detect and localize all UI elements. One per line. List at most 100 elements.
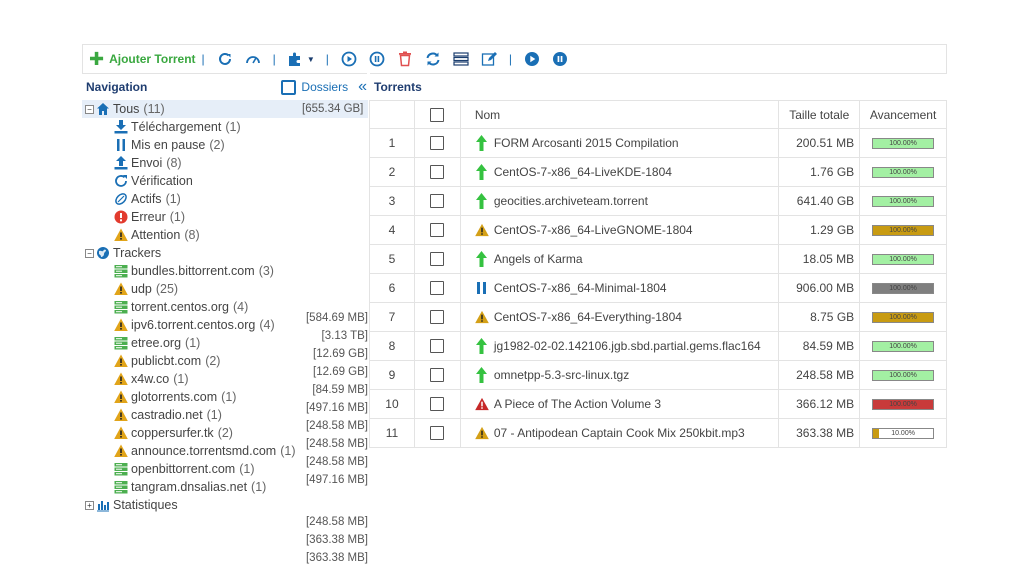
row-select[interactable] (415, 303, 461, 331)
tracker-size: [12.69 GB] (313, 366, 368, 378)
table-row[interactable]: 3 geocities.archiveteam.torrent 641.40 GB 1… (370, 187, 947, 216)
row-checkbox[interactable] (430, 252, 445, 266)
row-checkbox[interactable] (430, 426, 445, 440)
row-checkbox[interactable] (430, 281, 445, 295)
status-item[interactable]: Envoi (8) (82, 154, 368, 172)
tree-expander[interactable]: − (85, 248, 94, 258)
progress-bar: 100.00% (872, 282, 935, 294)
torrent-name: A Piece of The Action Volume 3 (493, 397, 662, 411)
progress-bar: 100.00% (872, 311, 935, 323)
status-item[interactable]: Actifs (1) (82, 190, 368, 208)
refresh-icon (114, 174, 128, 188)
tree-all-size: [655.34 GB] (302, 103, 364, 115)
torrent-size: 200.51 MB (779, 129, 861, 157)
pause-all-button[interactable] (549, 48, 571, 70)
row-select[interactable] (415, 390, 461, 418)
status-label: Mis en pause (131, 138, 206, 152)
tracker-size: [248.58 MB] (305, 420, 368, 432)
row-checkbox[interactable] (430, 165, 445, 179)
row-select[interactable] (415, 361, 461, 389)
warning-icon (114, 354, 128, 368)
status-item[interactable]: Téléchargement (1) (82, 118, 368, 136)
start-all-button[interactable] (521, 48, 543, 70)
folders-toggle[interactable]: Dossiers (281, 79, 348, 95)
plugins-dropdown[interactable]: ▼ (285, 48, 317, 70)
table-row[interactable]: 7 CentOS-7-x86_64-Everything-1804 8.75 GB 1… (370, 303, 947, 332)
status-label: Envoi (131, 156, 163, 170)
edit-button[interactable] (478, 48, 500, 70)
tracker-size: [584.69 MB] (305, 312, 368, 324)
speed-button[interactable] (242, 48, 264, 70)
table-row[interactable]: 9 omnetpp-5.3-src-linux.tgz 248.58 MB 100.0… (370, 361, 947, 390)
tree-expander[interactable]: − (85, 104, 94, 114)
status-count: (2) (209, 138, 225, 152)
row-name-cell: geocities.archiveteam.torrent (461, 187, 780, 215)
torrent-size: 1.29 GB (779, 216, 861, 244)
header-size[interactable]: Taille totale (779, 101, 861, 128)
table-row[interactable]: 5 Angels of Karma 18.05 MB 100.00% (370, 245, 947, 274)
tracker_items-count: (1) (280, 444, 296, 458)
error-icon (114, 210, 128, 224)
status-item[interactable]: Erreur (1) (82, 208, 368, 226)
select-all-checkbox[interactable] (430, 107, 445, 122)
row-select[interactable] (415, 274, 461, 302)
pause-button[interactable] (366, 48, 388, 70)
refresh-button[interactable] (214, 48, 236, 70)
row-select[interactable] (415, 245, 461, 273)
folders-checkbox[interactable] (281, 79, 297, 95)
row-select[interactable] (415, 129, 461, 157)
row-checkbox[interactable] (430, 310, 445, 324)
warning-icon (114, 318, 128, 332)
row-checkbox[interactable] (430, 223, 445, 237)
tree-trackers[interactable]: − Trackers (82, 244, 368, 262)
warning-icon (114, 228, 128, 242)
status-count: (1) (165, 192, 181, 206)
row-checkbox[interactable] (430, 194, 445, 208)
columns-button[interactable] (450, 48, 472, 70)
torrents-title: Torrents (374, 80, 422, 94)
tracker_items-item[interactable]: udp (25) (82, 280, 368, 298)
collapse-sidebar-button[interactable]: « (358, 78, 367, 96)
torrent-name: 07 - Antipodean Captain Cook Mix 250kbit… (493, 426, 745, 440)
status-item[interactable]: Attention (8) (82, 226, 368, 244)
status-item[interactable]: Mis en pause (2) (82, 136, 368, 154)
tree-expander[interactable]: + (85, 500, 94, 510)
table-row[interactable]: 10 A Piece of The Action Volume 3 366.12 M… (370, 390, 947, 419)
torrent-size: 8.75 GB (779, 303, 861, 331)
status-item[interactable]: Vérification (82, 172, 368, 190)
tree-stats[interactable]: + Statistiques (82, 496, 368, 514)
table-row[interactable]: 1 FORM Arcosanti 2015 Compilation 200.51 M… (370, 129, 947, 158)
header-name[interactable]: Nom (461, 101, 780, 128)
row-select[interactable] (415, 216, 461, 244)
torrent-size: 366.12 MB (779, 390, 861, 418)
row-select[interactable] (415, 419, 461, 447)
row-index: 11 (370, 419, 415, 447)
row-checkbox[interactable] (430, 136, 445, 150)
start-button[interactable] (338, 48, 360, 70)
row-select[interactable] (415, 332, 461, 360)
delete-button[interactable] (394, 48, 416, 70)
header-select[interactable] (415, 101, 461, 128)
add-torrent-button[interactable]: ✚ Ajouter Torrent (89, 50, 196, 68)
navigation-tree: − Tous (11) [655.34 GB] Téléchargement (1… (82, 100, 368, 564)
table-row[interactable]: 8 jg1982-02-02.142106.jgb.sbd.partial.gem… (370, 332, 947, 361)
header-progress[interactable]: Avancement (860, 101, 947, 128)
row-index: 8 (370, 332, 415, 360)
row-checkbox[interactable] (430, 368, 445, 382)
row-checkbox[interactable] (430, 397, 445, 411)
row-select[interactable] (415, 187, 461, 215)
table-row[interactable]: 11 07 - Antipodean Captain Cook Mix 250kb… (370, 419, 947, 448)
refresh-icon (218, 52, 231, 65)
table-row[interactable]: 6 CentOS-7-x86_64-Minimal-1804 906.00 MB 10… (370, 274, 947, 303)
table-row[interactable]: 4 CentOS-7-x86_64-LiveGNOME-1804 1.29 GB 10… (370, 216, 947, 245)
tree-all[interactable]: − Tous (11) [655.34 GB] (82, 100, 368, 118)
row-checkbox[interactable] (430, 339, 445, 353)
tracker_items-item[interactable]: bundles.bittorrent.com (3) (82, 262, 368, 280)
tracker-size: [248.58 MB] (305, 516, 368, 528)
recheck-button[interactable] (422, 48, 444, 70)
table-row[interactable]: 2 CentOS-7-x86_64-LiveKDE-1804 1.76 GB 100.… (370, 158, 947, 187)
torrent-size: 641.40 GB (779, 187, 861, 215)
row-select[interactable] (415, 158, 461, 186)
row-name-cell: jg1982-02-02.142106.jgb.sbd.partial.gems… (461, 332, 780, 360)
header-index (370, 101, 415, 128)
